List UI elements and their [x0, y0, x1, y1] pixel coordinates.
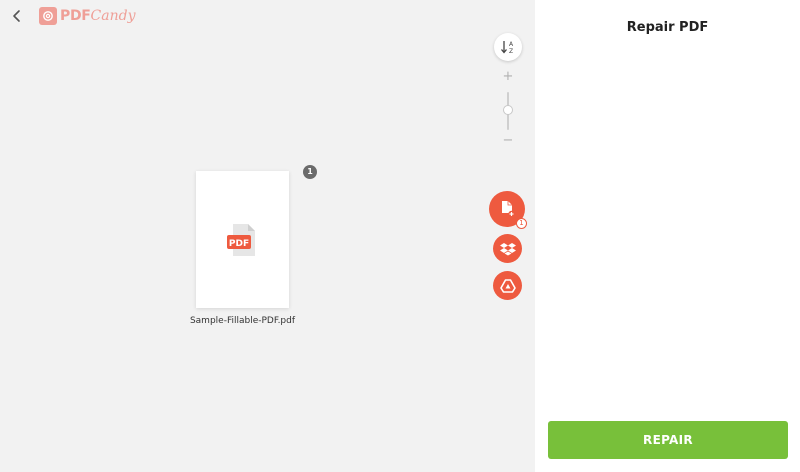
repair-button[interactable]: REPAIR — [548, 421, 788, 459]
file-count-badge: 1 — [303, 165, 317, 179]
zoom-out-button[interactable]: − — [502, 134, 514, 148]
add-file-count-badge: 1 — [516, 218, 527, 229]
pdf-file-icon: PDF — [226, 223, 255, 256]
svg-text:Z: Z — [509, 48, 513, 55]
settings-panel — [535, 0, 800, 472]
chevron-left-icon — [13, 10, 20, 22]
zoom-slider-thumb[interactable] — [503, 105, 513, 115]
file-thumbnail[interactable]: PDF — [196, 171, 289, 308]
svg-text:A: A — [509, 41, 514, 48]
sort-button[interactable]: A Z — [494, 33, 522, 61]
dropbox-button[interactable] — [493, 234, 522, 263]
back-button[interactable] — [9, 6, 25, 26]
file-name: Sample-Fillable-PDF.pdf — [189, 316, 296, 326]
pdfcandy-logo[interactable]: PDF Candy — [39, 6, 136, 26]
google-drive-button[interactable] — [493, 271, 522, 300]
dropbox-icon — [499, 242, 516, 255]
google-drive-icon — [499, 278, 516, 293]
add-file-icon — [502, 201, 515, 218]
logo-icon — [39, 7, 57, 25]
panel-title: Repair PDF — [626, 20, 709, 35]
pdf-file-icon-label: PDF — [228, 239, 248, 249]
zoom-in-button[interactable]: + — [502, 70, 514, 84]
logo-candy-text: Candy — [90, 8, 136, 24]
sort-az-icon: A Z — [501, 41, 514, 55]
logo-pdf-text: PDF — [60, 8, 91, 24]
